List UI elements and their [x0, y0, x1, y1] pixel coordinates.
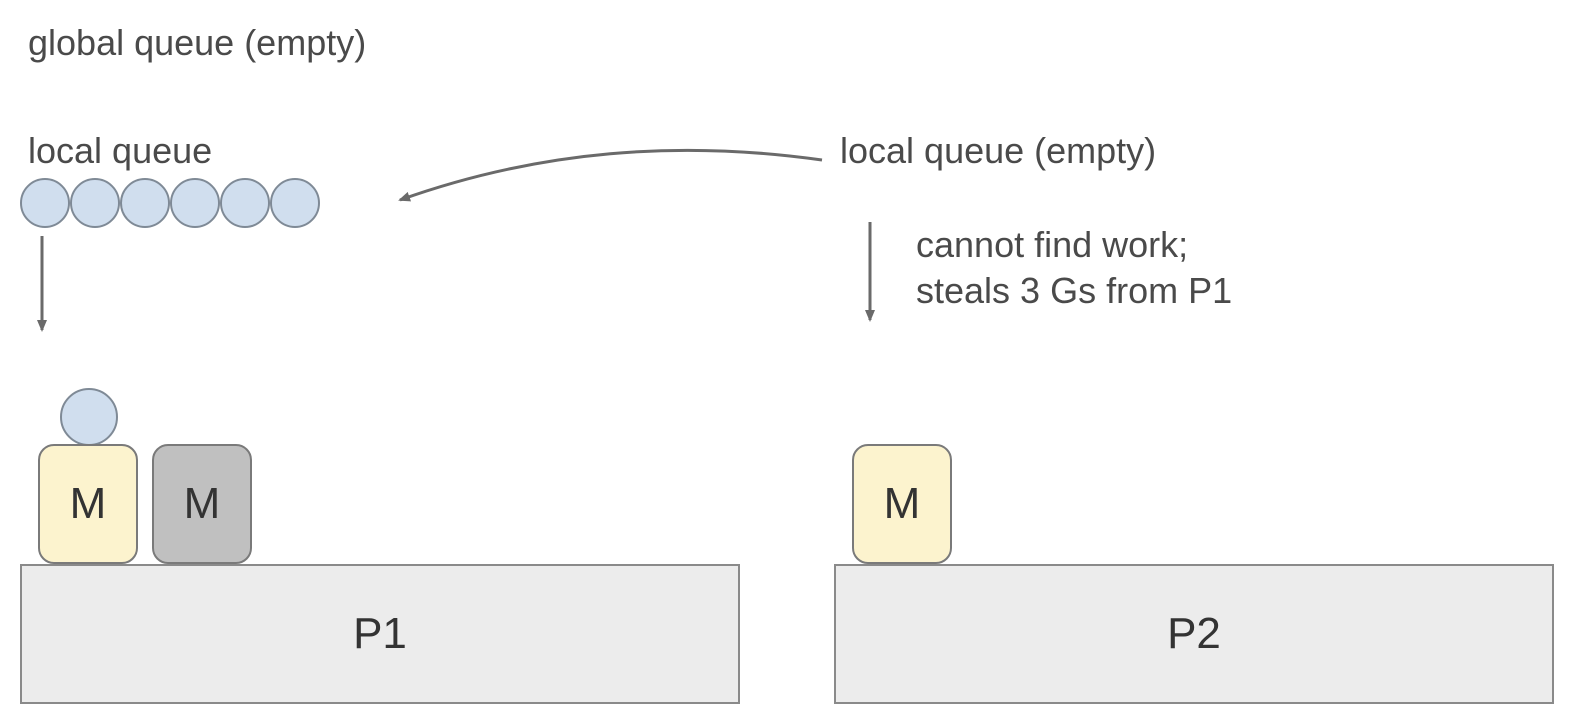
- goroutine-icon: [20, 178, 70, 228]
- m-label: M: [70, 479, 107, 529]
- processor-p2: P2: [834, 564, 1554, 704]
- local-queue-p1-label: local queue: [28, 128, 212, 175]
- p1-local-queue: [20, 178, 320, 228]
- m-thread-idle-p1: M: [152, 444, 252, 564]
- goroutine-icon: [220, 178, 270, 228]
- goroutine-icon: [70, 178, 120, 228]
- arrow-work-steal-icon: [400, 150, 822, 200]
- global-queue-label: global queue (empty): [28, 20, 366, 67]
- processor-label: P2: [1167, 609, 1221, 659]
- goroutine-icon: [120, 178, 170, 228]
- m-label: M: [884, 479, 921, 529]
- processor-p1: P1: [20, 564, 740, 704]
- steal-note-line1: cannot find work;: [916, 222, 1188, 269]
- m-thread-active-p1: M: [38, 444, 138, 564]
- m-thread-active-p2: M: [852, 444, 952, 564]
- local-queue-p2-label: local queue (empty): [840, 128, 1156, 175]
- goroutine-icon: [170, 178, 220, 228]
- m-label: M: [184, 479, 221, 529]
- processor-label: P1: [353, 609, 407, 659]
- goroutine-icon: [270, 178, 320, 228]
- steal-note-line2: steals 3 Gs from P1: [916, 268, 1232, 315]
- goroutine-running-icon: [60, 388, 118, 446]
